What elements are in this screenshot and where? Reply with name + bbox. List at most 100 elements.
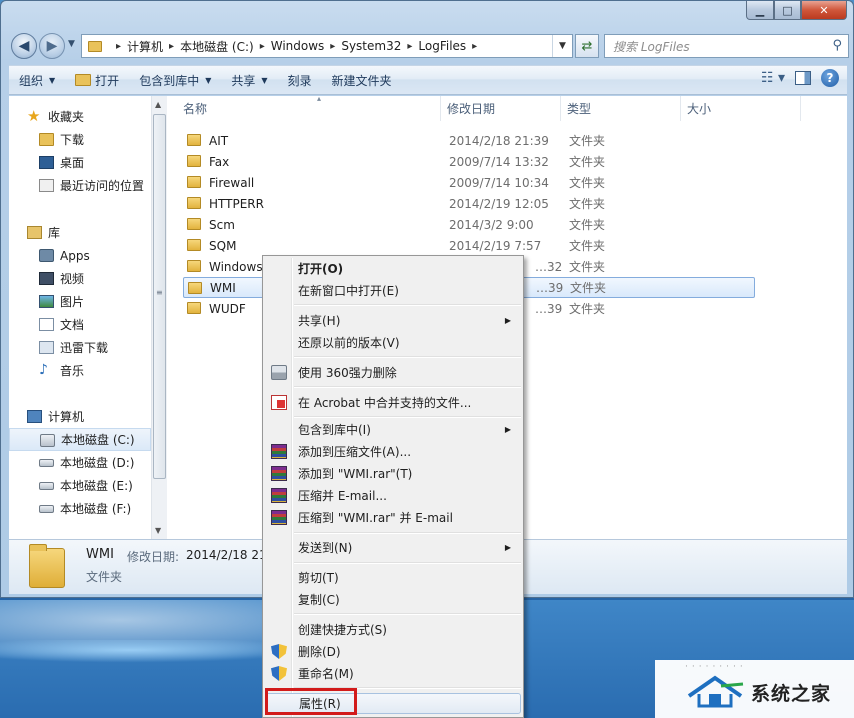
folder-icon bbox=[187, 302, 201, 314]
uac-shield-icon bbox=[271, 666, 287, 681]
sidebar-libraries[interactable]: 库 bbox=[9, 221, 151, 244]
library-icon bbox=[27, 226, 42, 239]
address-bar[interactable]: ▸ 计算机 ▸ 本地磁盘 (C:) ▸ Windows ▸ System32 ▸ Log… bbox=[81, 34, 573, 58]
file-row[interactable]: HTTPERR 2014/2/19 12:05 文件夹 bbox=[183, 193, 755, 214]
uac-shield-icon bbox=[271, 644, 287, 659]
menu-item-acrobat-combine[interactable]: 在 Acrobat 中合并支持的文件... bbox=[265, 392, 521, 413]
sidebar-item-music[interactable]: ♪ 音乐 bbox=[9, 359, 151, 382]
folder-icon bbox=[187, 176, 201, 188]
breadcrumb-item[interactable]: 计算机 ▸ bbox=[127, 38, 180, 55]
sidebar-item-desktop[interactable]: 桌面 bbox=[9, 151, 151, 174]
menu-item-open[interactable]: 打开(O) bbox=[265, 258, 521, 279]
forward-button[interactable]: ▶ bbox=[39, 33, 65, 59]
submenu-arrow-icon: ▶ bbox=[504, 425, 511, 434]
organize-menu[interactable]: 组织 ▼ bbox=[9, 68, 65, 92]
sidebar-item-downloads[interactable]: 下载 bbox=[9, 128, 151, 151]
sidebar-item-drive-e[interactable]: 本地磁盘 (E:) bbox=[9, 474, 151, 497]
address-history-dropdown-icon[interactable]: ▼ bbox=[552, 35, 572, 57]
sidebar-item-drive-c[interactable]: 本地磁盘 (C:) bbox=[9, 428, 151, 451]
watermark-text: 系统之家 bbox=[751, 683, 832, 705]
include-in-library-menu[interactable]: 包含到库中 ▼ bbox=[129, 68, 221, 92]
details-item-name: WMI bbox=[86, 547, 114, 562]
highlight-annotation-box bbox=[265, 688, 357, 715]
breadcrumb-item[interactable]: System32 ▸ bbox=[341, 39, 418, 53]
search-input[interactable]: 搜索 LogFiles ⚲ bbox=[604, 34, 849, 58]
navigation-pane-scrollbar[interactable]: ▲ ≡ ▼ bbox=[151, 96, 167, 539]
burn-button[interactable]: 刻录 bbox=[278, 68, 322, 92]
sidebar-item-pictures[interactable]: 图片 bbox=[9, 290, 151, 313]
folder-icon bbox=[187, 239, 201, 251]
menu-item-delete[interactable]: 删除(D) bbox=[265, 641, 521, 662]
computer-icon bbox=[27, 410, 42, 423]
favorites-group: ★ 收藏夹 下载 桌面 最近访问的位置 bbox=[9, 105, 151, 197]
new-folder-button[interactable]: 新建文件夹 bbox=[322, 68, 402, 92]
menu-item-360-shred[interactable]: 使用 360强力删除 bbox=[265, 362, 521, 383]
scroll-up-arrow-icon[interactable]: ▲ bbox=[155, 100, 161, 109]
menu-item-cut[interactable]: 剪切(T) bbox=[265, 567, 521, 588]
sidebar-item-xunlei-downloads[interactable]: 迅雷下载 bbox=[9, 336, 151, 359]
scroll-down-arrow-icon[interactable]: ▼ bbox=[155, 526, 161, 535]
sidebar-item-drive-f[interactable]: 本地磁盘 (F:) bbox=[9, 497, 151, 520]
folder-icon bbox=[187, 218, 201, 230]
column-header-name[interactable]: 名称 ▴ bbox=[177, 94, 441, 121]
sidebar-item-drive-d[interactable]: 本地磁盘 (D:) bbox=[9, 451, 151, 474]
file-row[interactable]: Fax 2009/7/14 13:32 文件夹 bbox=[183, 151, 755, 172]
dropdown-arrow-icon: ▼ bbox=[49, 75, 56, 85]
menu-item-add-to-archive[interactable]: 添加到压缩文件(A)... bbox=[265, 441, 521, 462]
refresh-button[interactable]: ⇄ bbox=[575, 34, 599, 58]
system-drive-icon bbox=[40, 434, 55, 447]
file-row[interactable]: Scm 2014/3/2 9:00 文件夹 bbox=[183, 214, 755, 235]
file-row[interactable]: AIT 2014/2/18 21:39 文件夹 bbox=[183, 130, 755, 151]
search-icon[interactable]: ⚲ bbox=[832, 38, 842, 53]
file-row[interactable]: Firewall 2009/7/14 10:34 文件夹 bbox=[183, 172, 755, 193]
column-header-type[interactable]: 类型 bbox=[561, 96, 681, 121]
sidebar-item-videos[interactable]: 视频 bbox=[9, 267, 151, 290]
sidebar-favorites[interactable]: ★ 收藏夹 bbox=[9, 105, 151, 128]
preview-pane-icon[interactable] bbox=[795, 71, 811, 85]
menu-item-compress-and-email[interactable]: 压缩并 E-mail... bbox=[265, 485, 521, 506]
refresh-icon: ⇄ bbox=[581, 38, 593, 54]
folder-icon bbox=[187, 155, 201, 167]
recent-places-icon bbox=[39, 179, 54, 192]
help-icon[interactable]: ? bbox=[821, 69, 839, 87]
apps-library-icon bbox=[39, 249, 54, 262]
menu-item-rename[interactable]: 重命名(M) bbox=[265, 663, 521, 684]
menu-item-restore-previous-versions[interactable]: 还原以前的版本(V) bbox=[265, 332, 521, 353]
breadcrumb-item[interactable]: 本地磁盘 (C:) ▸ bbox=[180, 38, 271, 55]
pictures-library-icon bbox=[39, 295, 54, 308]
breadcrumb-root-chevron[interactable]: ▸ bbox=[110, 41, 127, 52]
breadcrumb-item[interactable]: LogFiles ▸ bbox=[418, 39, 483, 53]
menu-item-compress-to-wmi-rar-and-email[interactable]: 压缩到 "WMI.rar" 并 E-mail bbox=[265, 507, 521, 528]
caption-buttons: ▁ □ ✕ bbox=[746, 1, 847, 20]
menu-item-add-to-wmi-rar[interactable]: 添加到 "WMI.rar"(T) bbox=[265, 463, 521, 484]
sidebar-computer[interactable]: 计算机 bbox=[9, 405, 151, 428]
share-menu[interactable]: 共享 ▼ bbox=[221, 68, 277, 92]
sidebar-item-recent-places[interactable]: 最近访问的位置 bbox=[9, 174, 151, 197]
file-row[interactable]: SQM 2014/2/19 7:57 文件夹 bbox=[183, 235, 755, 256]
maximize-button[interactable]: □ bbox=[774, 1, 801, 20]
sidebar-item-documents[interactable]: 文档 bbox=[9, 313, 151, 336]
menu-item-open-new-window[interactable]: 在新窗口中打开(E) bbox=[265, 280, 521, 301]
menu-item-send-to[interactable]: 发送到(N) ▶ bbox=[265, 537, 521, 558]
video-library-icon bbox=[39, 272, 54, 285]
music-note-icon: ♪ bbox=[39, 362, 48, 378]
menu-item-share[interactable]: 共享(H) ▶ bbox=[265, 310, 521, 331]
open-button[interactable]: 打开 bbox=[65, 68, 129, 92]
back-button[interactable]: ◀ bbox=[11, 33, 37, 59]
column-header-size[interactable]: 大小 bbox=[681, 96, 801, 121]
menu-item-create-shortcut[interactable]: 创建快捷方式(S) bbox=[265, 619, 521, 640]
close-button[interactable]: ✕ bbox=[801, 1, 847, 20]
menu-item-copy[interactable]: 复制(C) bbox=[265, 589, 521, 610]
desktop-icon bbox=[39, 156, 54, 169]
sidebar-item-apps[interactable]: Apps bbox=[9, 244, 151, 267]
command-bar: 组织 ▼ 打开 包含到库中 ▼ 共享 ▼ 刻录 新建文件夹 ☷ ▾ ? bbox=[9, 65, 847, 95]
watermark-dots: ········· bbox=[685, 662, 747, 672]
breadcrumb-item[interactable]: Windows ▸ bbox=[271, 39, 342, 53]
recent-pages-dropdown-icon[interactable]: ▼ bbox=[68, 39, 75, 49]
change-view-icon[interactable]: ☷ ▾ bbox=[761, 70, 785, 86]
menu-separator bbox=[294, 562, 521, 564]
column-header-modified[interactable]: 修改日期 bbox=[441, 96, 561, 121]
menu-item-include-in-library[interactable]: 包含到库中(I) ▶ bbox=[265, 419, 521, 440]
sort-ascending-icon: ▴ bbox=[317, 94, 322, 103]
minimize-button[interactable]: ▁ bbox=[746, 1, 774, 20]
